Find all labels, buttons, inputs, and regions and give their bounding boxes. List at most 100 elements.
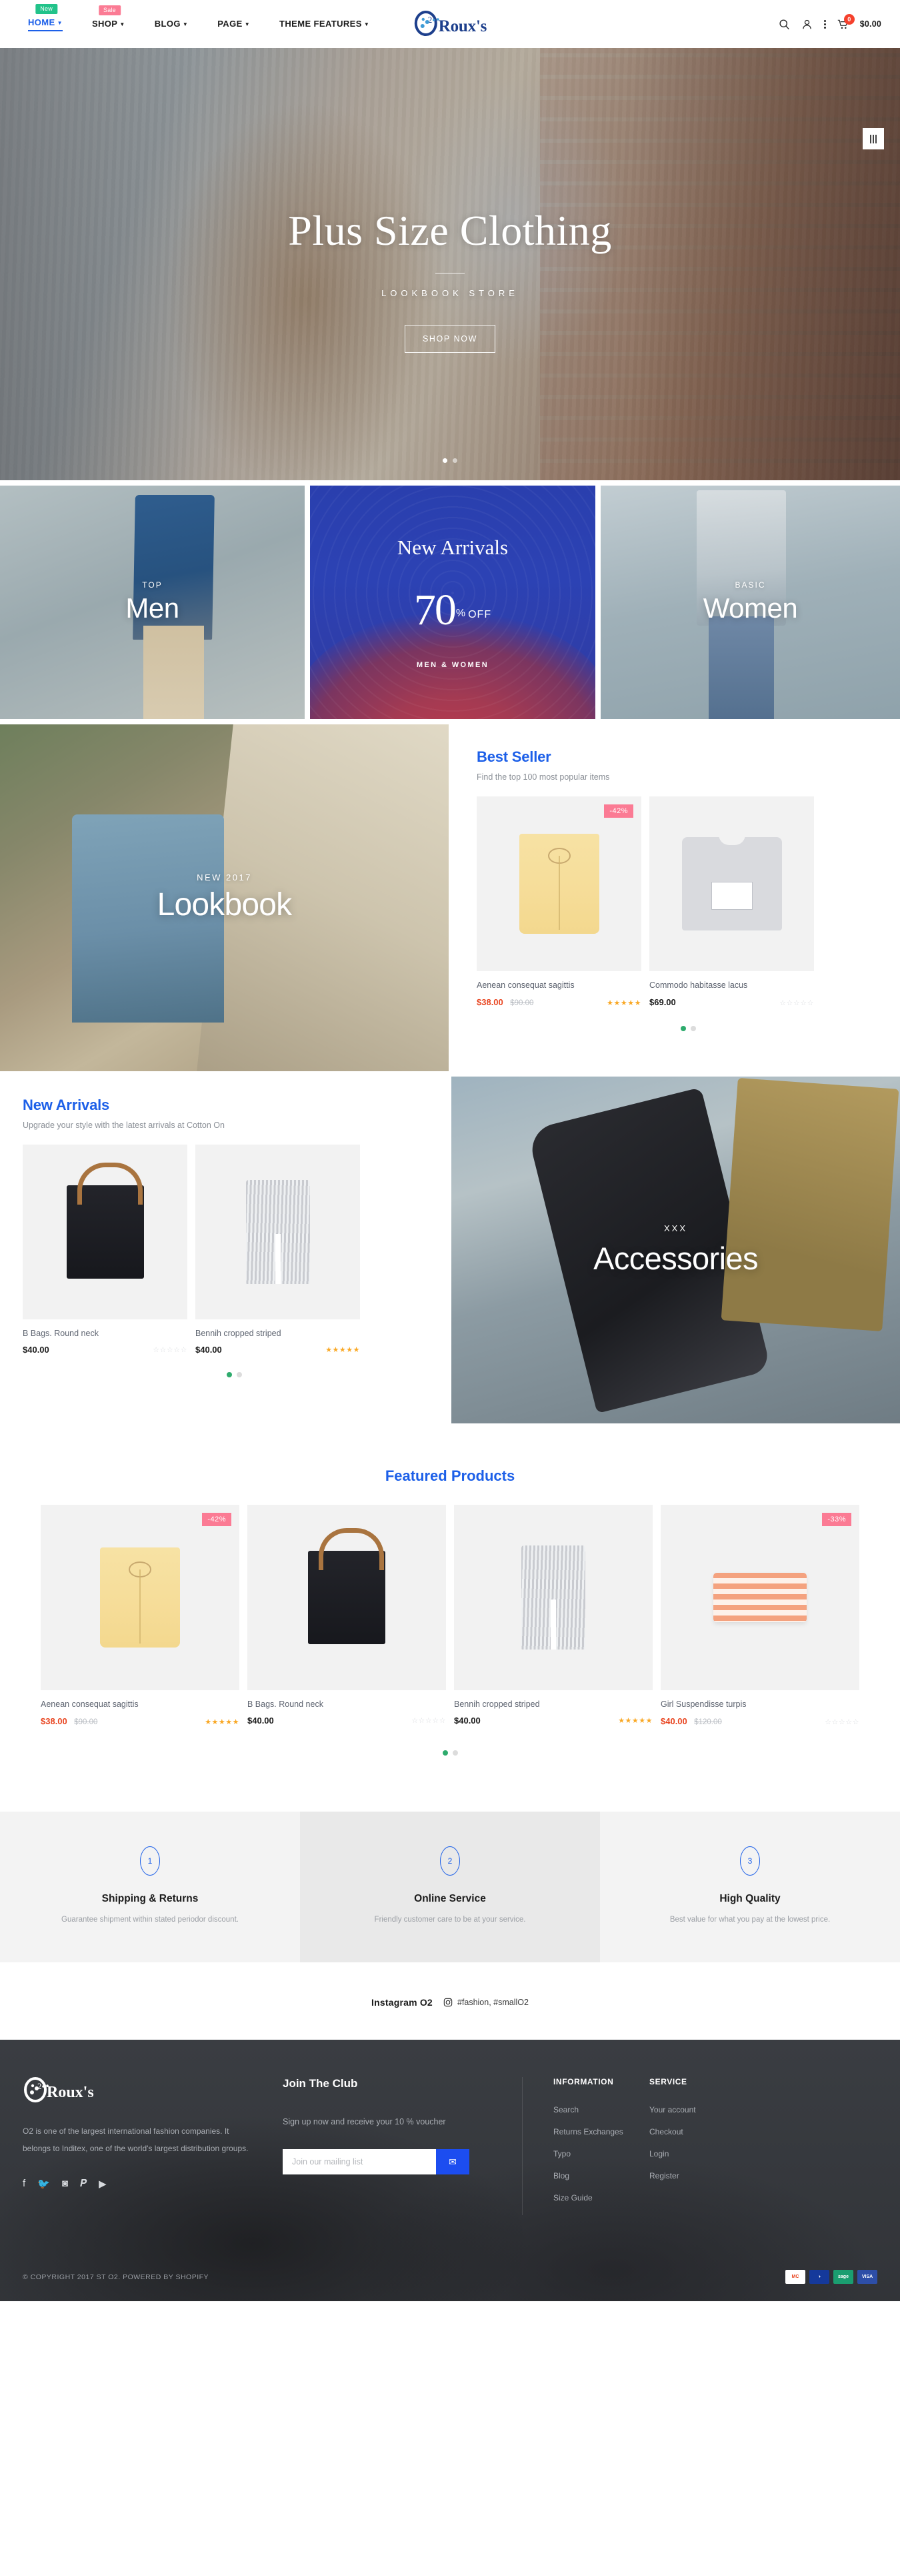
nav-badge-new: New xyxy=(35,4,57,14)
footer-link-size-guide[interactable]: Size Guide xyxy=(553,2193,649,2202)
product-image[interactable] xyxy=(649,796,814,971)
accessories-banner[interactable]: XXX Accessories xyxy=(451,1077,900,1423)
product-card[interactable]: Bennih cropped striped $40.00 ★★★★★ xyxy=(454,1505,653,1728)
carousel-dot-2[interactable] xyxy=(452,1750,458,1756)
product-name[interactable]: Commodo habitasse lacus xyxy=(649,981,814,990)
product-meta: $40.00 $120.00 ☆☆☆☆☆ xyxy=(661,1716,859,1728)
product-image[interactable] xyxy=(195,1145,360,1319)
product-price: $40.00 xyxy=(23,1345,49,1355)
product-art-tshirt xyxy=(681,837,782,930)
footer-link-login[interactable]: Login xyxy=(649,2149,776,2158)
lookbook-banner[interactable]: NEW 2017 Lookbook xyxy=(0,724,449,1071)
product-card[interactable]: B Bags. Round neck $40.00 ☆☆☆☆☆ xyxy=(247,1505,446,1728)
cart-icon[interactable]: 0 xyxy=(837,13,855,30)
instagram-icon[interactable]: ◙ xyxy=(62,2178,68,2190)
hero-dot-1[interactable] xyxy=(443,458,447,463)
discount-percent-symbol: % xyxy=(455,607,466,619)
footer-columns: 2 Roux's O2 is one of the largest intern… xyxy=(23,2077,877,2215)
facebook-icon[interactable]: f xyxy=(23,2178,25,2190)
category-title-men: Men xyxy=(125,592,179,624)
product-name[interactable]: Bennih cropped striped xyxy=(195,1329,360,1338)
footer-link-checkout[interactable]: Checkout xyxy=(649,2127,776,2136)
twitter-icon[interactable]: 🐦 xyxy=(37,2178,50,2190)
product-image[interactable]: -42% xyxy=(477,796,641,971)
product-card[interactable]: -42% Aenean consequat sagittis $38.00 $9… xyxy=(41,1505,239,1728)
newsletter-email-input[interactable] xyxy=(283,2149,436,2175)
product-rating-stars: ☆☆☆☆☆ xyxy=(779,999,814,1007)
category-card-new-arrivals[interactable]: New Arrivals 70 % OFF MEN & WOMEN xyxy=(310,486,595,719)
site-footer: 2 Roux's O2 is one of the largest intern… xyxy=(0,2040,900,2301)
user-icon[interactable] xyxy=(801,19,813,30)
hero-title: Plus Size Clothing xyxy=(288,207,612,254)
product-name[interactable]: B Bags. Round neck xyxy=(247,1700,446,1709)
footer-link-search[interactable]: Search xyxy=(553,2105,649,2114)
nav-link-shop[interactable]: SHOP ▼ xyxy=(92,19,125,31)
featured-products-section: Featured Products -42% Aenean consequat … xyxy=(0,1423,900,1782)
category-card-women[interactable]: BASIC Women xyxy=(601,486,900,719)
product-card[interactable]: Bennih cropped striped $40.00 ★★★★★ xyxy=(195,1145,360,1355)
product-name[interactable]: B Bags. Round neck xyxy=(23,1329,187,1338)
footer-logo[interactable]: 2 Roux's xyxy=(23,2077,256,2104)
product-art-shorts xyxy=(100,1547,180,1648)
nav-link-blog[interactable]: BLOG ▼ xyxy=(155,19,188,31)
shop-now-button[interactable]: SHOP NOW xyxy=(404,325,496,353)
category-title-women: Women xyxy=(703,592,798,624)
product-art-pants xyxy=(245,1180,310,1284)
chevron-down-icon: ▼ xyxy=(182,21,189,28)
carousel-dot-2[interactable] xyxy=(691,1026,696,1031)
hero-dot-2[interactable] xyxy=(453,458,457,463)
footer-link-returns-exchanges[interactable]: Returns Exchanges xyxy=(553,2127,649,2136)
pinterest-icon[interactable]: 𝑷 xyxy=(80,2178,87,2190)
nav-item-shop[interactable]: Sale SHOP ▼ xyxy=(92,5,125,31)
carousel-dot-1[interactable] xyxy=(442,1750,448,1756)
nav-item-page[interactable]: PAGE ▼ xyxy=(217,18,250,31)
product-image[interactable]: -33% xyxy=(661,1505,859,1690)
product-image[interactable] xyxy=(23,1145,187,1319)
product-rating-stars: ★★★★★ xyxy=(607,999,641,1007)
newsletter-form: ✉ xyxy=(283,2149,469,2175)
nav-item-blog[interactable]: BLOG ▼ xyxy=(155,18,188,31)
service-text: Best value for what you pay at the lowes… xyxy=(669,1916,831,1924)
grid-layout-toggle-icon[interactable] xyxy=(863,128,884,149)
product-image[interactable] xyxy=(454,1505,653,1690)
carousel-dot-2[interactable] xyxy=(237,1372,242,1377)
product-name[interactable]: Girl Suspendisse turpis xyxy=(661,1700,859,1709)
service-card-high-quality: 3 High Quality Best value for what you p… xyxy=(600,1812,900,1962)
lookbook-kicker: NEW 2017 xyxy=(197,872,252,882)
search-icon[interactable] xyxy=(779,19,790,30)
discount-badge: -42% xyxy=(604,804,633,818)
newsletter-submit-button[interactable]: ✉ xyxy=(436,2149,469,2175)
o2-circle-logo-icon: 2 xyxy=(413,11,443,37)
carousel-dot-1[interactable] xyxy=(681,1026,686,1031)
site-logo[interactable]: 2 Roux's xyxy=(413,11,487,37)
footer-link-typo[interactable]: Typo xyxy=(553,2149,649,2158)
product-name[interactable]: Bennih cropped striped xyxy=(454,1700,653,1709)
nav-link-theme-features[interactable]: THEME FEATURES ▼ xyxy=(279,19,369,31)
nav-link-home[interactable]: HOME ▼ xyxy=(28,17,63,31)
discount-badge: -42% xyxy=(202,1513,231,1526)
product-card[interactable]: -42% Aenean consequat sagittis $38.00 $9… xyxy=(477,796,641,1009)
footer-link-blog[interactable]: Blog xyxy=(553,2171,649,2180)
product-art-bag xyxy=(308,1528,385,1644)
footer-about-text: O2 is one of the largest international f… xyxy=(23,2126,249,2154)
category-card-men[interactable]: TOP Men xyxy=(0,486,305,719)
youtube-icon[interactable]: ▶ xyxy=(99,2178,107,2190)
footer-information-heading: INFORMATION xyxy=(553,2077,614,2086)
product-card[interactable]: B Bags. Round neck $40.00 ☆☆☆☆☆ xyxy=(23,1145,187,1355)
more-dots-icon[interactable] xyxy=(823,19,826,29)
category-kicker-men: TOP xyxy=(142,580,163,590)
product-image[interactable]: -42% xyxy=(41,1505,239,1690)
product-card[interactable]: Commodo habitasse lacus $69.00 ☆☆☆☆☆ xyxy=(649,796,814,1009)
nav-item-theme-features[interactable]: THEME FEATURES ▼ xyxy=(279,18,369,31)
product-image[interactable] xyxy=(247,1505,446,1690)
product-card[interactable]: -33% Girl Suspendisse turpis $40.00 $120… xyxy=(661,1505,859,1728)
copyright-bar: © COPYRIGHT 2017 ST O2. POWERED BY SHOPI… xyxy=(23,2255,877,2301)
footer-link-register[interactable]: Register xyxy=(649,2171,776,2180)
product-name[interactable]: Aenean consequat sagittis xyxy=(477,981,641,990)
footer-link-your-account[interactable]: Your account xyxy=(649,2105,776,2114)
product-name[interactable]: Aenean consequat sagittis xyxy=(41,1700,239,1709)
nav-link-page[interactable]: PAGE ▼ xyxy=(217,19,250,31)
nav-item-home[interactable]: New HOME ▼ xyxy=(28,4,63,31)
lookbook-content: NEW 2017 Lookbook xyxy=(0,724,449,1071)
carousel-dot-1[interactable] xyxy=(227,1372,232,1377)
